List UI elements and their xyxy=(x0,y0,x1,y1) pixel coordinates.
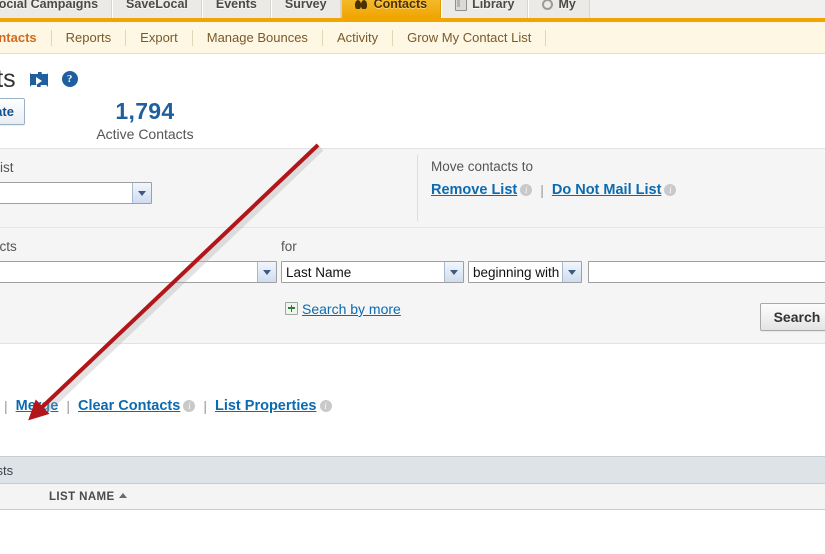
search-tips-link[interactable]: Search Tips xyxy=(588,238,825,256)
lists-table-header-row: ORDER LIST NAME CONTACTS xyxy=(0,484,825,510)
search-status-group: Search Contacts Active xyxy=(0,238,277,283)
merge-link[interactable]: Merge xyxy=(16,398,59,414)
tab-contacts[interactable]: Contacts xyxy=(340,0,442,18)
tab-survey[interactable]: Survey xyxy=(270,0,341,18)
tab-label: Events xyxy=(215,0,257,11)
move-contacts-label: Move contacts to xyxy=(431,159,534,174)
tab-label: SaveLocal xyxy=(126,0,188,11)
link-separator: | xyxy=(540,182,544,198)
search-status-select-wrap: Active xyxy=(0,261,277,283)
search-status-select[interactable]: Active xyxy=(0,261,277,283)
contacts-toolbar-panel: View contact list Select Move contacts t… xyxy=(0,148,825,344)
search-query-input[interactable] xyxy=(588,261,825,283)
subnav-item-manage-bounces[interactable]: Manage Bounces xyxy=(193,29,323,46)
lists-section: Lists Create New | Merge | Clear Contact… xyxy=(0,344,825,414)
search-match-group: beginning with xyxy=(468,238,582,283)
view-contact-list-label: View contact list xyxy=(0,160,14,175)
subnav-item-activity[interactable]: Activity xyxy=(323,29,394,46)
gear-icon xyxy=(542,0,554,10)
active-contacts-label: Active Contacts xyxy=(96,126,194,142)
primary-tab-bar: Email Social Campaigns SaveLocal Events … xyxy=(0,0,825,22)
tab-label: Social Campaigns xyxy=(0,0,99,11)
tab-events[interactable]: Events xyxy=(201,0,271,18)
tab-label: Library xyxy=(472,0,515,11)
search-by-more-link[interactable]: Search by more xyxy=(302,301,401,317)
view-contact-list-group: View contact list Select xyxy=(0,159,417,204)
search-actions: Search Start over xyxy=(759,303,825,331)
search-match-select[interactable]: beginning with xyxy=(468,261,582,283)
page-title: Contacts xyxy=(0,65,16,93)
active-contacts-count: 1,794 Active Contacts xyxy=(85,98,205,144)
subnav-item-manage-contacts[interactable]: Manage Contacts xyxy=(0,29,52,46)
column-header-list-name-label: LIST NAME xyxy=(49,490,115,503)
lists-count-text: 1 - 20 of 28 Lists xyxy=(0,462,14,478)
lists-action-links: Create New | Merge | Clear Contacts i | … xyxy=(0,398,825,414)
info-icon[interactable]: i xyxy=(319,400,332,412)
view-contact-list-select-wrap: Select xyxy=(0,182,152,204)
info-icon[interactable]: i xyxy=(664,184,677,196)
search-more-row: Search by more Search Start over xyxy=(0,287,825,343)
search-by-more-group: Search by more xyxy=(285,301,401,319)
search-for-label: for xyxy=(281,239,297,254)
lists-table-topbar: 1 - 20 of 28 Lists xyxy=(0,456,825,484)
plus-icon[interactable] xyxy=(285,302,298,315)
tab-my-settings[interactable]: My xyxy=(528,0,590,18)
link-separator: | xyxy=(66,398,70,414)
search-contacts-label: Search Contacts xyxy=(0,239,17,254)
page-header: Contacts ? xyxy=(0,54,825,93)
column-header-order[interactable]: ORDER xyxy=(0,491,41,503)
active-contacts-value: 1,794 xyxy=(115,98,175,124)
search-button[interactable]: Search xyxy=(759,303,825,331)
view-and-move-row: View contact list Select Move contacts t… xyxy=(0,149,825,227)
remove-list-link[interactable]: Remove List xyxy=(431,182,517,198)
link-separator: | xyxy=(3,398,8,414)
library-icon xyxy=(455,0,468,11)
search-match-select-wrap: beginning with xyxy=(468,261,582,283)
search-field-select-wrap: Last Name xyxy=(281,261,464,283)
do-not-mail-list-link[interactable]: Do Not Mail List xyxy=(552,182,662,198)
lists-heading: Lists xyxy=(0,360,825,386)
tab-label: Contacts xyxy=(373,0,428,11)
lists-table-body xyxy=(0,510,825,526)
column-header-contacts[interactable]: CONTACTS xyxy=(741,491,825,503)
view-contact-list-select[interactable]: Select xyxy=(0,182,152,204)
video-icon[interactable] xyxy=(29,71,48,87)
search-field-group: for Last Name xyxy=(281,238,464,283)
subnav-item-export[interactable]: Export xyxy=(126,29,193,46)
tab-social-campaigns[interactable]: Social Campaigns xyxy=(0,0,113,18)
info-icon[interactable]: i xyxy=(183,400,196,412)
lists-table: 1 - 20 of 28 Lists ORDER LIST NAME CONTA… xyxy=(0,456,825,526)
tab-savelocal[interactable]: SaveLocal xyxy=(112,0,202,18)
search-match-spacer xyxy=(468,238,582,256)
people-icon xyxy=(354,0,369,11)
list-properties-link[interactable]: List Properties xyxy=(215,398,317,414)
search-field-select[interactable]: Last Name xyxy=(281,261,464,283)
tab-label: My xyxy=(558,0,576,11)
column-header-list-name[interactable]: LIST NAME xyxy=(41,491,741,503)
search-row: Search Contacts Active for Last Name xyxy=(0,228,825,287)
lists-delete-row: Delete xyxy=(0,414,825,450)
link-separator: | xyxy=(203,398,207,414)
clear-contacts-link[interactable]: Clear Contacts xyxy=(78,398,180,414)
contacts-summary-row: Add & Update 1,794 Active Contacts xyxy=(0,90,825,148)
move-contacts-links: Remove List i | Do Not Mail List i xyxy=(431,182,677,198)
subnav-item-grow-my-contact-list[interactable]: Grow My Contact List xyxy=(393,29,547,46)
panel-vertical-divider xyxy=(417,155,418,221)
sort-ascending-icon xyxy=(118,492,127,498)
move-contacts-group: Move contacts to Remove List i | Do Not … xyxy=(417,159,677,198)
secondary-nav: Manage Contacts Reports Export Manage Bo… xyxy=(0,22,825,54)
page-root: Email Social Campaigns SaveLocal Events … xyxy=(0,0,825,554)
subnav-item-reports[interactable]: Reports xyxy=(52,29,127,46)
info-icon[interactable]: i xyxy=(520,184,533,196)
tab-label: Survey xyxy=(284,0,327,11)
add-and-update-button[interactable]: Add & Update xyxy=(0,98,25,125)
help-icon[interactable]: ? xyxy=(61,71,78,87)
tab-library[interactable]: Library xyxy=(441,0,529,18)
search-query-group: Search Tips xyxy=(588,238,825,283)
